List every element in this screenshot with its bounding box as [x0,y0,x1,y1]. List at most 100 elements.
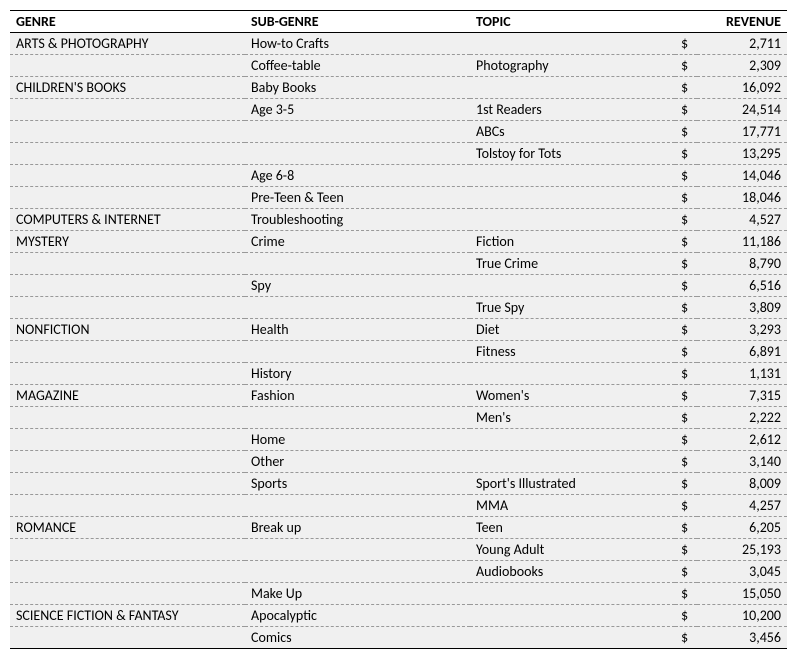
table-row: Men's$2,222 [10,407,787,429]
table-row: MYSTERYCrimeFiction$11,186 [10,231,787,253]
cell-currency: $ [675,209,697,231]
cell-topic [470,33,675,55]
revenue-table: GENRE SUB-GENRE TOPIC REVENUE ARTS & PHO… [10,10,787,649]
cell-revenue: 14,046 [697,165,787,187]
table-row: CHILDREN'S BOOKSBaby Books$16,092 [10,77,787,99]
cell-genre [10,407,245,429]
table-row: NONFICTIONHealthDiet$3,293 [10,319,787,341]
cell-revenue: 3,140 [697,451,787,473]
cell-subgenre: Health [245,319,470,341]
cell-topic: Sport's Illustrated [470,473,675,495]
cell-currency: $ [675,473,697,495]
cell-genre [10,297,245,319]
cell-subgenre [245,407,470,429]
cell-currency: $ [675,33,697,55]
table-row: ABCs$17,771 [10,121,787,143]
table-row: ARTS & PHOTOGRAPHYHow-to Crafts$2,711 [10,33,787,55]
table-row: SCIENCE FICTION & FANTASYApocalyptic$10,… [10,605,787,627]
cell-topic: Teen [470,517,675,539]
cell-currency: $ [675,385,697,407]
header-topic: TOPIC [470,11,675,33]
table-row: Make Up$15,050 [10,583,787,605]
cell-topic [470,363,675,385]
cell-subgenre [245,341,470,363]
cell-genre [10,495,245,517]
cell-topic [470,627,675,649]
cell-revenue: 25,193 [697,539,787,561]
cell-subgenre: Sports [245,473,470,495]
cell-topic: Diet [470,319,675,341]
cell-genre [10,341,245,363]
cell-topic: True Crime [470,253,675,275]
cell-subgenre: Pre-Teen & Teen [245,187,470,209]
cell-topic: Fiction [470,231,675,253]
table-row: Age 6-8$14,046 [10,165,787,187]
cell-topic: MMA [470,495,675,517]
cell-currency: $ [675,627,697,649]
cell-revenue: 6,205 [697,517,787,539]
cell-currency: $ [675,99,697,121]
cell-genre [10,561,245,583]
cell-revenue: 8,009 [697,473,787,495]
cell-revenue: 2,711 [697,33,787,55]
cell-topic: Tolstoy for Tots [470,143,675,165]
cell-revenue: 16,092 [697,77,787,99]
table-row: Young Adult$25,193 [10,539,787,561]
cell-currency: $ [675,495,697,517]
cell-subgenre: Crime [245,231,470,253]
table-row: Fitness$6,891 [10,341,787,363]
cell-topic: Young Adult [470,539,675,561]
cell-genre [10,253,245,275]
cell-topic: Audiobooks [470,561,675,583]
cell-currency: $ [675,517,697,539]
table-row: COMPUTERS & INTERNETTroubleshooting$4,52… [10,209,787,231]
cell-topic [470,187,675,209]
cell-subgenre: Comics [245,627,470,649]
table-row: Spy$6,516 [10,275,787,297]
table-row: Age 3-51st Readers$24,514 [10,99,787,121]
cell-revenue: 2,309 [697,55,787,77]
cell-genre: NONFICTION [10,319,245,341]
cell-genre [10,473,245,495]
cell-subgenre [245,143,470,165]
cell-topic [470,605,675,627]
cell-genre [10,165,245,187]
table-row: Other$3,140 [10,451,787,473]
cell-revenue: 8,790 [697,253,787,275]
table-row: Home$2,612 [10,429,787,451]
cell-topic [470,275,675,297]
table-row: Pre-Teen & Teen$18,046 [10,187,787,209]
table-row: SportsSport's Illustrated$8,009 [10,473,787,495]
cell-currency: $ [675,55,697,77]
cell-revenue: 24,514 [697,99,787,121]
cell-topic: Fitness [470,341,675,363]
table-row: Coffee-tablePhotography$2,309 [10,55,787,77]
cell-topic: Men's [470,407,675,429]
cell-revenue: 6,891 [697,341,787,363]
cell-topic: Photography [470,55,675,77]
table-row: Audiobooks$3,045 [10,561,787,583]
cell-subgenre: Spy [245,275,470,297]
cell-topic: ABCs [470,121,675,143]
cell-genre [10,275,245,297]
table-row: History$1,131 [10,363,787,385]
cell-subgenre [245,121,470,143]
cell-topic [470,77,675,99]
cell-revenue: 3,456 [697,627,787,649]
cell-subgenre: Apocalyptic [245,605,470,627]
table-row: True Crime$8,790 [10,253,787,275]
cell-topic [470,583,675,605]
cell-revenue: 7,315 [697,385,787,407]
cell-subgenre: Baby Books [245,77,470,99]
cell-currency: $ [675,539,697,561]
cell-genre [10,99,245,121]
cell-currency: $ [675,605,697,627]
table-row: ROMANCEBreak upTeen$6,205 [10,517,787,539]
cell-genre [10,451,245,473]
cell-genre [10,143,245,165]
cell-subgenre: Age 6-8 [245,165,470,187]
cell-currency: $ [675,429,697,451]
header-subgenre: SUB-GENRE [245,11,470,33]
table-row: MAGAZINEFashionWomen's$7,315 [10,385,787,407]
cell-revenue: 6,516 [697,275,787,297]
